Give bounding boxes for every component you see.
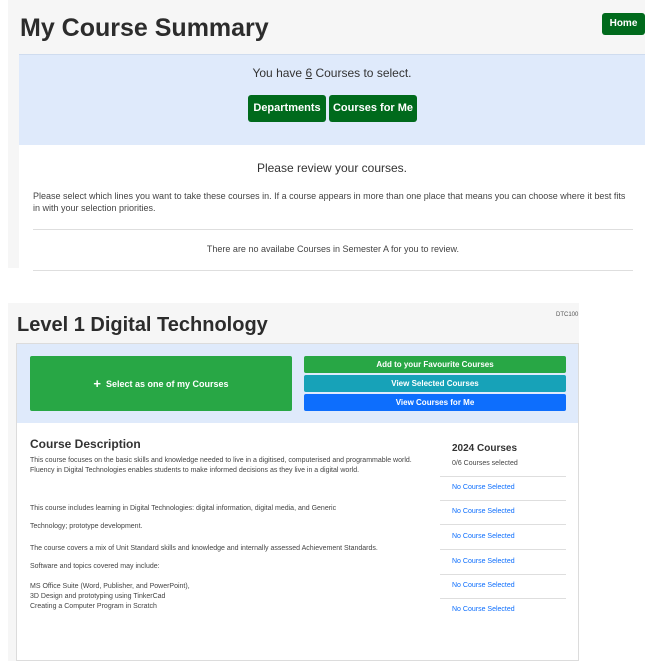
courses-year-heading: 2024 Courses (452, 443, 518, 454)
description-paragraph: The course covers a mix of Unit Standard… (30, 545, 378, 552)
have-prefix: You have (252, 66, 306, 80)
divider (440, 574, 566, 575)
divider (440, 500, 566, 501)
description-paragraph: Software and topics covered may include: (30, 563, 160, 570)
divider (440, 524, 566, 525)
have-suffix: Courses to select. (312, 66, 412, 80)
courses-for-me-button[interactable]: Courses for Me (329, 95, 417, 122)
divider (33, 270, 633, 271)
courses-selected-count: 0/6 Courses selected (452, 460, 518, 467)
divider (440, 549, 566, 550)
no-courses-message: There are no availabe Courses in Semeste… (206, 244, 460, 254)
page-title: My Course Summary (20, 14, 269, 42)
divider (33, 229, 633, 230)
course-selection-slot[interactable]: No Course Selected (452, 484, 515, 491)
select-course-label: Select as one of my Courses (106, 378, 229, 389)
divider (440, 476, 566, 477)
course-title: Level 1 Digital Technology (17, 314, 268, 336)
plus-icon: + (93, 376, 102, 391)
course-selection-slot[interactable]: No Course Selected (452, 582, 515, 589)
courses-to-select-text: You have 6 Courses to select. (19, 66, 645, 80)
course-selection-slot[interactable]: No Course Selected (452, 606, 515, 613)
view-courses-for-me-button[interactable]: View Courses for Me (304, 394, 566, 411)
software-list: MS Office Suite (Word, Publisher, and Po… (30, 583, 190, 610)
review-title: Please review your courses. (256, 161, 408, 175)
description-paragraph: This course focuses on the basic skills … (30, 457, 412, 474)
course-selection-slot[interactable]: No Course Selected (452, 508, 515, 515)
course-selection-slot[interactable]: No Course Selected (452, 558, 515, 565)
divider (440, 598, 566, 599)
home-button[interactable]: Home (602, 13, 645, 35)
description-paragraph: This course includes learning in Digital… (30, 505, 337, 512)
review-instructions: Please select which lines you want to ta… (33, 191, 626, 213)
course-description-heading: Course Description (30, 437, 141, 451)
add-favourite-button[interactable]: Add to your Favourite Courses (304, 356, 566, 373)
select-course-button[interactable]: + Select as one of my Courses (30, 356, 292, 411)
departments-button[interactable]: Departments (248, 95, 326, 122)
course-selection-slot[interactable]: No Course Selected (452, 533, 515, 540)
view-selected-courses-button[interactable]: View Selected Courses (304, 375, 566, 392)
course-code: DTC100 (556, 312, 579, 318)
description-paragraph: Technology; prototype development. (30, 523, 143, 530)
